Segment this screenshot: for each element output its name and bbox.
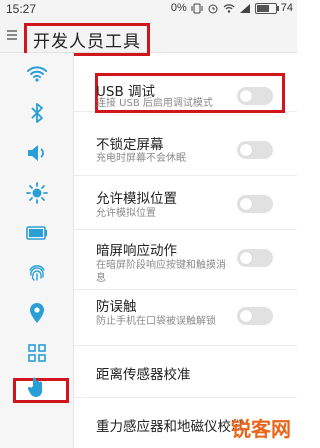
sidebar-item-bluetooth[interactable] <box>0 93 73 133</box>
sidebar-item-fingerprint[interactable] <box>0 253 73 293</box>
mock-location-toggle[interactable] <box>237 195 273 213</box>
setting-title: 防误触 <box>96 299 137 315</box>
status-icons: 0% 74 <box>171 2 293 14</box>
sidebar-item-battery[interactable] <box>0 213 73 253</box>
setting-title: 暗屏响应动作 <box>96 243 177 259</box>
brightness-icon <box>25 182 48 204</box>
network-speed: 0% <box>170 2 187 14</box>
status-bar: 15:27 0% 74 <box>0 0 297 18</box>
setting-title: 重力感应器和地磁仪校准 <box>96 419 245 435</box>
setting-title: 距离传感器校准 <box>96 367 191 383</box>
vibrate-icon <box>191 3 203 13</box>
signal-icon <box>239 3 250 13</box>
sidebar-item-sound[interactable] <box>0 133 73 173</box>
anti-mistouch-toggle[interactable] <box>237 307 273 325</box>
usb-debugging-toggle[interactable] <box>237 87 273 105</box>
location-icon <box>29 303 44 323</box>
setting-proximity-calibration[interactable]: 距离传感器校准 <box>74 345 297 398</box>
alarm-icon <box>208 4 218 13</box>
apps-grid-icon <box>27 344 46 362</box>
battery-icon <box>25 226 47 240</box>
settings-list: USB 调试 连接 USB 后启用调试模式 不锁定屏幕 充电时屏幕不会休眠 允许… <box>74 53 297 448</box>
settings-sidebar <box>0 53 74 448</box>
setting-stay-awake[interactable]: 不锁定屏幕 充电时屏幕不会休眠 <box>74 125 297 176</box>
menu-icon[interactable] <box>7 30 17 42</box>
setting-subtitle: 连接 USB 后启用调试模式 <box>96 98 213 109</box>
setting-screen-off-response[interactable]: 暗屏响应动作 在暗屏阶段响应按键和触摸消息 <box>74 229 297 290</box>
battery-level: 74 <box>280 2 293 14</box>
fingerprint-icon <box>28 265 45 281</box>
sidebar-item-wifi[interactable] <box>0 53 73 93</box>
app-header: 开发人员工具 <box>0 18 297 56</box>
sidebar-item-location[interactable] <box>0 293 73 333</box>
wifi-icon <box>26 66 47 82</box>
setting-subtitle: 在暗屏阶段响应按键和触摸消息 <box>96 260 226 284</box>
sidebar-item-apps[interactable] <box>0 333 73 373</box>
setting-mock-location[interactable]: 允许模拟位置 允许模拟位置 <box>74 175 297 230</box>
setting-subtitle: 充电时屏幕不会休眠 <box>96 153 186 164</box>
sound-icon <box>27 145 44 161</box>
sidebar-item-developer[interactable] <box>0 373 73 413</box>
hand-icon <box>27 377 42 397</box>
bluetooth-icon <box>30 103 43 123</box>
wifi-status-icon <box>223 3 235 13</box>
setting-title: 不锁定屏幕 <box>96 137 164 153</box>
status-time: 15:27 <box>6 2 37 16</box>
setting-anti-mistouch[interactable]: 防误触 防止手机在口袋被误触解锁 <box>74 289 297 346</box>
setting-usb-debugging[interactable]: USB 调试 连接 USB 后启用调试模式 <box>74 53 297 113</box>
setting-title: 允许模拟位置 <box>96 191 177 207</box>
sidebar-item-brightness[interactable] <box>0 173 73 213</box>
screen-off-response-toggle[interactable] <box>237 249 273 267</box>
setting-subtitle: 防止手机在口袋被误触解锁 <box>96 316 216 327</box>
page-title: 开发人员工具 <box>24 23 150 56</box>
stay-awake-toggle[interactable] <box>237 141 273 159</box>
watermark-logo: 锐客网 <box>231 417 291 441</box>
setting-subtitle: 允许模拟位置 <box>96 208 156 219</box>
battery-indicator <box>254 2 279 14</box>
